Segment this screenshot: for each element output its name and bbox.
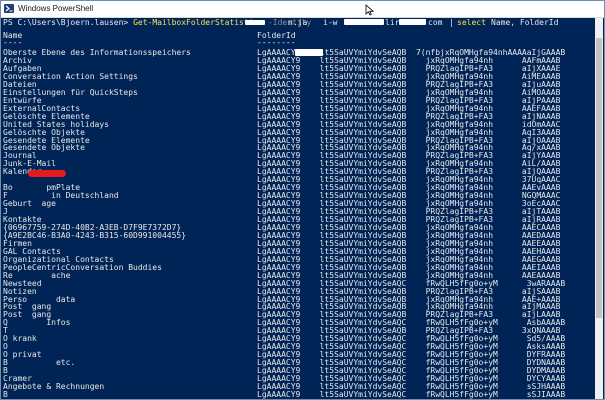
prompt-line: PS C:\Users\Bjoern.lausen> Get-MailboxFo… xyxy=(3,18,311,28)
identity-fragment-2: i-w xyxy=(323,18,338,27)
redaction-mark xyxy=(399,19,426,25)
identity-fragment-4: com xyxy=(428,18,443,27)
identity-fragment-3: lir xyxy=(385,18,400,27)
select-command: select xyxy=(457,18,486,27)
prompt-cmdlet: Get-MailboxFolderStatistics xyxy=(133,18,264,27)
column-rule-name: ---- xyxy=(3,38,23,47)
row-folder-name: Q Infos xyxy=(3,318,71,328)
select-arguments: Name, FolderId xyxy=(491,18,559,27)
redaction-red-mark xyxy=(28,170,66,177)
powershell-window: Windows PowerShell PS C:\Users\Bjoern.la… xyxy=(0,0,605,400)
redaction-mark xyxy=(344,19,384,25)
vertical-scrollbar[interactable] xyxy=(595,18,603,399)
console-output[interactable]: PS C:\Users\Bjoern.lausen> Get-MailboxFo… xyxy=(1,18,596,399)
row-folder-name: B etc. xyxy=(3,358,76,368)
row-folder-name: Angebote & Rechnungen xyxy=(3,381,105,391)
row-folder-name: Geburt age xyxy=(3,199,56,209)
title-bar[interactable]: Windows PowerShell xyxy=(1,1,604,18)
column-rule-folderid: -------- xyxy=(257,38,296,47)
identity-fragment-1: n.ja xyxy=(288,18,308,27)
powershell-icon xyxy=(4,4,14,13)
redaction-mark xyxy=(245,20,265,25)
scrollbar-thumb[interactable] xyxy=(596,38,602,318)
row-folder-name: O krank xyxy=(3,334,37,344)
prompt-path: PS C:\Users\Bjoern.lausen> xyxy=(3,18,129,27)
window-title: Windows PowerShell xyxy=(18,4,94,13)
mouse-cursor-icon xyxy=(365,4,374,16)
redaction-mark xyxy=(295,49,323,56)
pipe-symbol: | xyxy=(449,18,454,27)
